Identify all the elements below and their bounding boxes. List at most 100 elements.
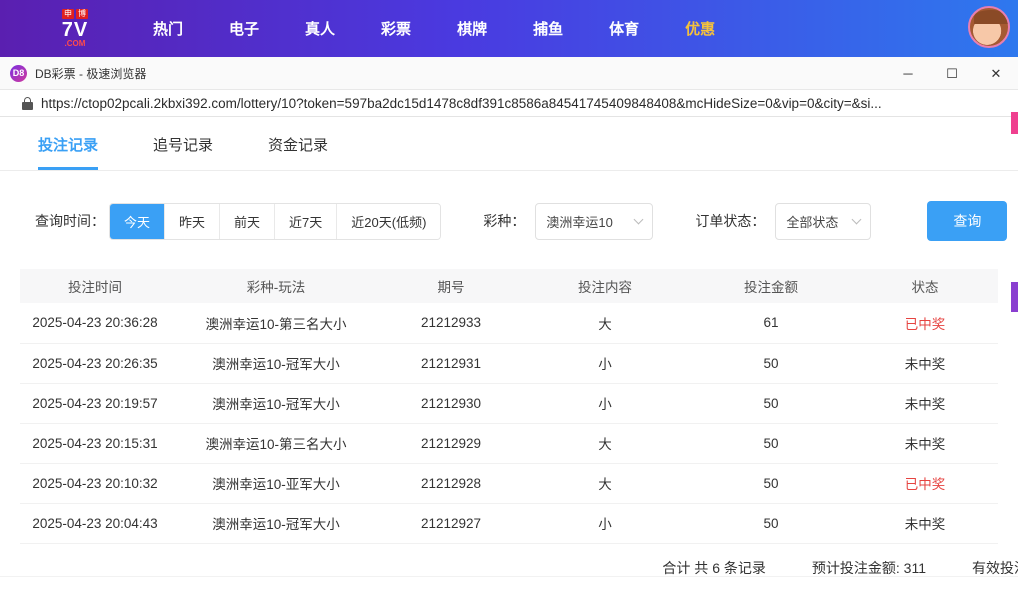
nav-item-cards[interactable]: 棋牌 bbox=[434, 8, 510, 49]
nav-item-hot[interactable]: 热门 bbox=[130, 8, 206, 49]
issue-cell: 21212931 bbox=[382, 343, 520, 384]
bet-content-cell: 大 bbox=[520, 463, 690, 504]
bet-content-cell: 大 bbox=[520, 303, 690, 344]
bet-content-cell: 大 bbox=[520, 423, 690, 464]
time-option-20days[interactable]: 近20天(低频) bbox=[337, 203, 441, 239]
site-logo[interactable]: 申 博 7V .COM bbox=[52, 9, 98, 48]
status-cell: 已中奖 bbox=[852, 303, 998, 344]
issue-cell: 21212933 bbox=[382, 303, 520, 344]
header-bet-time: 投注时间 bbox=[20, 269, 170, 303]
nav-item-fishing[interactable]: 捕鱼 bbox=[510, 8, 586, 49]
bet-amount-cell: 50 bbox=[690, 383, 852, 424]
status-cell: 未中奖 bbox=[852, 423, 998, 464]
window-controls: ─ ☐ ✕ bbox=[886, 57, 1018, 90]
browser-title-bar: D8 DB彩票 - 极速浏览器 ─ ☐ ✕ bbox=[0, 57, 1018, 90]
logo-tag-shen: 申 bbox=[62, 9, 74, 19]
time-option-yesterday[interactable]: 昨天 bbox=[165, 203, 221, 239]
tab-fund-records[interactable]: 资金记录 bbox=[268, 117, 328, 170]
site-nav-items: 热门 电子 真人 彩票 棋牌 捕鱼 体育 优惠 bbox=[130, 8, 738, 49]
bet-content-cell: 小 bbox=[520, 343, 690, 384]
bottom-divider bbox=[0, 576, 1018, 577]
table-row: 2025-04-23 20:19:57 澳洲幸运10-冠军大小 21212930… bbox=[20, 383, 998, 424]
issue-cell: 21212929 bbox=[382, 423, 520, 464]
summary-bar: 合计 共 6 条记录 预计投注金额: 311 有效投注金额 bbox=[0, 558, 1018, 578]
time-filter-label: 查询时间： bbox=[35, 213, 105, 229]
background-window-edge bbox=[1011, 282, 1018, 312]
bet-time-cell: 2025-04-23 20:36:28 bbox=[20, 303, 170, 344]
page-content: 投注记录 追号记录 资金记录 查询时间： 今天 昨天 前天 近7天 近20天(低… bbox=[0, 117, 1018, 599]
bet-time-cell: 2025-04-23 20:26:35 bbox=[20, 343, 170, 384]
user-avatar[interactable] bbox=[968, 6, 1010, 48]
nav-item-promo[interactable]: 优惠 bbox=[662, 8, 738, 49]
status-cell: 已中奖 bbox=[852, 463, 998, 504]
time-option-daybefore[interactable]: 前天 bbox=[220, 203, 276, 239]
game-play-cell: 澳洲幸运10-冠军大小 bbox=[170, 503, 382, 544]
url-text[interactable]: https://ctop02pcali.2kbxi392.com/lottery… bbox=[41, 96, 1001, 111]
maximize-button[interactable]: ☐ bbox=[930, 57, 974, 90]
filter-bar: 查询时间： 今天 昨天 前天 近7天 近20天(低频) 彩种： 澳洲幸运10 订… bbox=[35, 201, 1018, 241]
game-play-cell: 澳洲幸运10-冠军大小 bbox=[170, 383, 382, 424]
nav-item-lottery[interactable]: 彩票 bbox=[358, 8, 434, 49]
order-status-select[interactable]: 全部状态 bbox=[775, 202, 872, 240]
record-tabs: 投注记录 追号记录 资金记录 bbox=[0, 117, 1018, 171]
bet-time-cell: 2025-04-23 20:19:57 bbox=[20, 383, 170, 424]
table-row: 2025-04-23 20:15:31 澳洲幸运10-第三名大小 2121292… bbox=[20, 423, 998, 464]
table-header-row: 投注时间 彩种-玩法 期号 投注内容 投注金额 状态 bbox=[20, 269, 998, 303]
bet-records-table: 投注时间 彩种-玩法 期号 投注内容 投注金额 状态 2025-04-23 20… bbox=[20, 269, 998, 544]
game-play-cell: 澳洲幸运10-冠军大小 bbox=[170, 343, 382, 384]
lottery-select[interactable]: 澳洲幸运10 bbox=[535, 202, 654, 240]
header-bet-amount: 投注金额 bbox=[690, 269, 852, 303]
bet-amount-cell: 50 bbox=[690, 503, 852, 544]
bet-amount-cell: 50 bbox=[690, 343, 852, 384]
nav-item-sports[interactable]: 体育 bbox=[586, 8, 662, 49]
status-cell: 未中奖 bbox=[852, 343, 998, 384]
bet-content-cell: 小 bbox=[520, 503, 690, 544]
time-option-today[interactable]: 今天 bbox=[110, 203, 166, 239]
issue-cell: 21212928 bbox=[382, 463, 520, 504]
bet-time-cell: 2025-04-23 20:10:32 bbox=[20, 463, 170, 504]
background-window-edge bbox=[1011, 112, 1018, 134]
order-status-value: 全部状态 bbox=[786, 214, 839, 230]
status-cell: 未中奖 bbox=[852, 503, 998, 544]
time-filter-group: 今天 昨天 前天 近7天 近20天(低频) bbox=[109, 202, 442, 240]
game-play-cell: 澳洲幸运10-亚军大小 bbox=[170, 463, 382, 504]
summary-expected-amount: 预计投注金额: 311 bbox=[811, 559, 926, 576]
header-issue: 期号 bbox=[382, 269, 520, 303]
browser-app-icon: D8 bbox=[10, 64, 27, 82]
table-row: 2025-04-23 20:36:28 澳洲幸运10-第三名大小 2121293… bbox=[20, 303, 998, 344]
bet-amount-cell: 50 bbox=[690, 423, 852, 464]
header-game-play: 彩种-玩法 bbox=[170, 269, 382, 303]
nav-item-slots[interactable]: 电子 bbox=[206, 8, 282, 49]
status-cell: 未中奖 bbox=[852, 383, 998, 424]
tab-chase-records[interactable]: 追号记录 bbox=[153, 117, 213, 170]
status-filter-label: 订单状态： bbox=[695, 213, 766, 229]
bet-time-cell: 2025-04-23 20:15:31 bbox=[20, 423, 170, 464]
game-play-cell: 澳洲幸运10-第三名大小 bbox=[170, 303, 382, 344]
lottery-filter-label: 彩种： bbox=[483, 213, 526, 229]
chevron-down-icon bbox=[633, 214, 644, 225]
lottery-select-value: 澳洲幸运10 bbox=[546, 214, 613, 230]
logo-brand: 7V bbox=[61, 19, 89, 41]
game-play-cell: 澳洲幸运10-第三名大小 bbox=[170, 423, 382, 464]
bet-time-cell: 2025-04-23 20:04:43 bbox=[20, 503, 170, 544]
chevron-down-icon bbox=[851, 214, 862, 225]
tab-bet-records[interactable]: 投注记录 bbox=[38, 117, 99, 170]
summary-valid-amount: 有效投注金额 bbox=[972, 559, 1018, 576]
logo-tag-bo: 博 bbox=[76, 9, 88, 19]
minimize-button[interactable]: ─ bbox=[886, 57, 930, 90]
bet-content-cell: 小 bbox=[520, 383, 690, 424]
bet-amount-cell: 61 bbox=[690, 303, 852, 344]
issue-cell: 21212930 bbox=[382, 383, 520, 424]
address-bar: https://ctop02pcali.2kbxi392.com/lottery… bbox=[0, 90, 1018, 117]
close-button[interactable]: ✕ bbox=[974, 57, 1018, 90]
time-option-7days[interactable]: 近7天 bbox=[275, 203, 338, 239]
logo-sub: .COM bbox=[64, 39, 86, 48]
issue-cell: 21212927 bbox=[382, 503, 520, 544]
table-row: 2025-04-23 20:26:35 澳洲幸运10-冠军大小 21212931… bbox=[20, 343, 998, 384]
table-row: 2025-04-23 20:10:32 澳洲幸运10-亚军大小 21212928… bbox=[20, 463, 998, 504]
query-button[interactable]: 查询 bbox=[927, 201, 1008, 241]
site-top-nav: 申 博 7V .COM 热门 电子 真人 彩票 棋牌 捕鱼 体育 优惠 bbox=[0, 0, 1018, 57]
nav-item-live[interactable]: 真人 bbox=[282, 8, 358, 49]
lock-icon bbox=[22, 96, 33, 110]
header-bet-content: 投注内容 bbox=[520, 269, 690, 303]
